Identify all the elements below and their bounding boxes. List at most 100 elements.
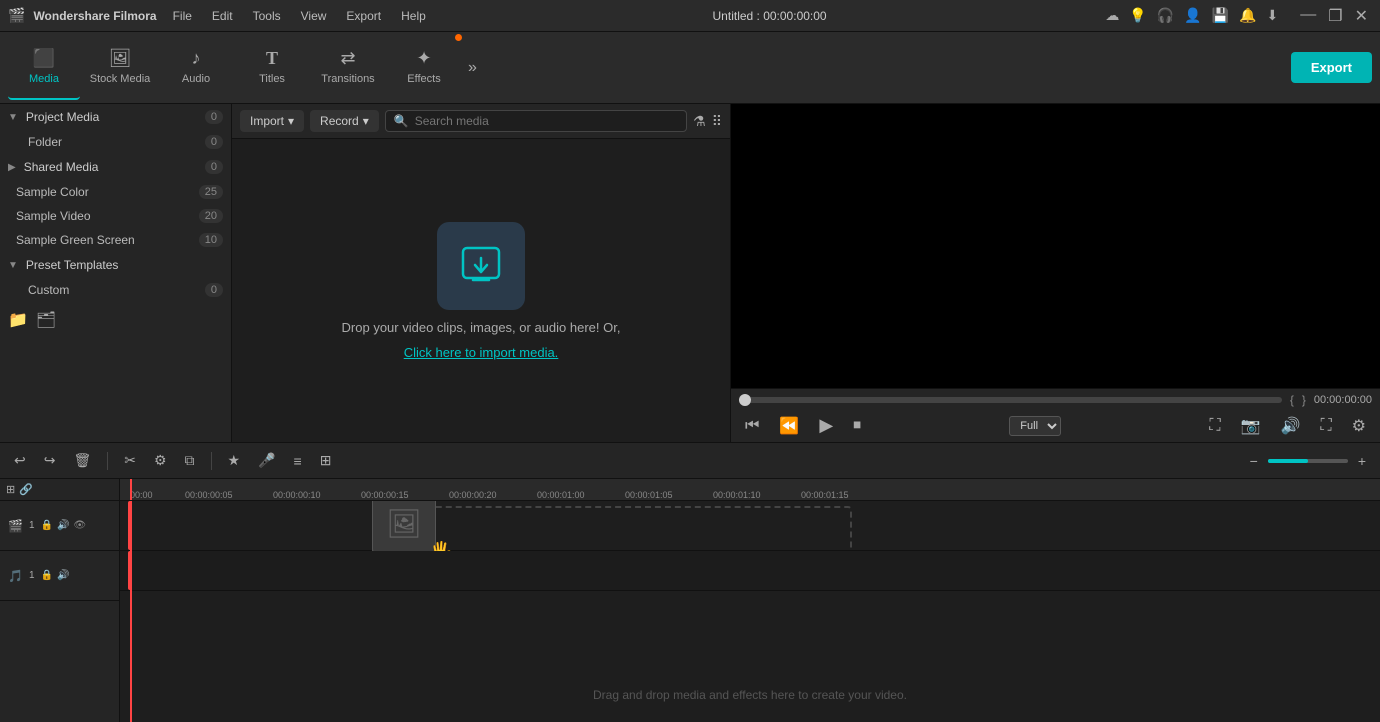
sidebar-shared-media-header[interactable]: ▶ Shared Media 0 xyxy=(0,154,231,180)
media-label: Media xyxy=(29,73,59,85)
track-eye-btn[interactable]: 👁 xyxy=(73,520,86,531)
audio-btn[interactable]: 🔊 xyxy=(1275,414,1307,438)
adjust-btn[interactable]: ⚙ xyxy=(148,449,173,472)
sidebar-sample-video[interactable]: Sample Video 20 xyxy=(0,204,231,228)
record-dropdown-icon: ▾ xyxy=(363,114,369,128)
motion-track-btn[interactable]: ⊞ xyxy=(314,449,338,472)
menu-export[interactable]: Export xyxy=(338,7,389,25)
import-dropdown-icon: ▾ xyxy=(288,114,294,128)
menu-file[interactable]: File xyxy=(165,7,200,25)
preview-controls: { } 00:00:00:00 ⏮ ⏪ ▶ ⏹ Full 1/2 1/4 ⛶ xyxy=(731,388,1380,442)
menu-help[interactable]: Help xyxy=(393,7,434,25)
delete-btn[interactable]: 🗑 xyxy=(67,449,97,472)
project-media-label: Project Media xyxy=(26,110,99,124)
tl-divider-1 xyxy=(107,452,108,470)
tl-divider-2 xyxy=(211,452,212,470)
main-layout: ▼ Project Media 0 Folder 0 ▶ Shared Medi… xyxy=(0,104,1380,442)
drop-link[interactable]: Click here to import media. xyxy=(404,345,559,360)
full-screen-btn[interactable]: ⛶ xyxy=(1314,414,1337,438)
undo-btn[interactable]: ↩ xyxy=(8,449,32,472)
notification-icon[interactable]: 🔔 xyxy=(1239,7,1256,24)
export-button[interactable]: Export xyxy=(1291,52,1372,83)
toolbar-stock-media[interactable]: 🖼 Stock Media xyxy=(84,36,156,100)
audio-label: Audio xyxy=(182,73,210,85)
cloud-icon[interactable]: ☁ xyxy=(1105,7,1119,24)
delete-folder-icon[interactable]: 🗂 xyxy=(36,310,56,330)
save-icon[interactable]: 💾 xyxy=(1212,7,1229,24)
speed-btn[interactable]: ⧉ xyxy=(179,449,201,472)
frame-back-btn[interactable]: ⏪ xyxy=(773,414,805,438)
screenshot-btn[interactable]: 📷 xyxy=(1235,414,1267,438)
new-folder-icon[interactable]: 📁 xyxy=(8,310,28,330)
sidebar-folder-actions: 📁 🗂 xyxy=(0,302,231,338)
import-button[interactable]: Import ▾ xyxy=(240,110,304,132)
ruler-mark-7: 00:00:01:10 xyxy=(713,490,801,500)
settings-btn[interactable]: ⚙ xyxy=(1346,414,1372,438)
zoom-fill xyxy=(1268,459,1308,463)
track-lock-btn[interactable]: 🔒 xyxy=(41,520,53,531)
titles-icon: T xyxy=(266,48,278,69)
folder-label: Folder xyxy=(28,135,62,149)
audio-track-row[interactable] xyxy=(120,551,1380,591)
menu-edit[interactable]: Edit xyxy=(204,7,241,25)
audio-lock-btn[interactable]: 🔒 xyxy=(41,570,53,581)
multi-track-btn[interactable]: ≡ xyxy=(288,450,308,472)
fit-screen-btn[interactable]: ⛶ xyxy=(1203,414,1226,438)
toolbar-effects[interactable]: ✦ Effects xyxy=(388,36,460,100)
sidebar-sample-green-screen[interactable]: Sample Green Screen 10 xyxy=(0,228,231,252)
sidebar-child-custom[interactable]: Custom 0 xyxy=(0,278,231,302)
audio-mute-btn[interactable]: 🔊 xyxy=(57,570,69,581)
sidebar-project-media-header[interactable]: ▼ Project Media 0 xyxy=(0,104,231,130)
zoom-in-btn[interactable]: + xyxy=(1352,450,1372,472)
timeline-thumb xyxy=(739,394,751,406)
sample-green-screen-count: 10 xyxy=(199,233,223,247)
skip-back-btn[interactable]: ⏮ xyxy=(739,415,765,437)
toolbar-titles[interactable]: T Titles xyxy=(236,36,308,100)
sidebar-sample-color[interactable]: Sample Color 25 xyxy=(0,180,231,204)
ruler-mark-1: 00:00:00:05 xyxy=(185,490,273,500)
quality-select[interactable]: Full 1/2 1/4 xyxy=(1009,416,1061,436)
mark-out-icon[interactable]: } xyxy=(1302,393,1306,407)
toolbar-audio[interactable]: ♪ Audio xyxy=(160,36,232,100)
app-name: Wondershare Filmora xyxy=(33,9,156,23)
import-label: Import xyxy=(250,114,284,128)
redo-btn[interactable]: ↪ xyxy=(38,449,62,472)
headphone-icon[interactable]: 🎧 xyxy=(1157,7,1174,24)
grid-view-icon[interactable]: ⠿ xyxy=(712,113,722,130)
sidebar-preset-templates-header[interactable]: ▼ Preset Templates xyxy=(0,252,231,278)
snap-icon[interactable]: ⊞ xyxy=(6,483,15,496)
voice-btn[interactable]: 🎤 xyxy=(252,449,281,472)
link-icon[interactable]: 🔗 xyxy=(19,483,33,496)
mark-in-icon[interactable]: { xyxy=(1290,393,1294,407)
preview-timeline: { } 00:00:00:00 xyxy=(739,393,1372,407)
cut-btn[interactable]: ✂ xyxy=(118,449,142,472)
bulb-icon[interactable]: 💡 xyxy=(1129,7,1146,24)
zoom-bar[interactable] xyxy=(1268,459,1348,463)
close-btn[interactable]: ✕ xyxy=(1351,6,1372,26)
stop-btn[interactable]: ⏹ xyxy=(847,415,867,437)
menu-tools[interactable]: Tools xyxy=(245,7,289,25)
search-input[interactable] xyxy=(415,114,678,128)
effects-tl-btn[interactable]: ★ xyxy=(222,449,247,472)
filter-icon[interactable]: ⚗ xyxy=(693,113,706,130)
track-mute-video-btn[interactable]: 🔊 xyxy=(57,520,69,531)
toolbar-transitions[interactable]: ⇄ Transitions xyxy=(312,36,384,100)
toolbar-more-btn[interactable]: » xyxy=(464,51,481,85)
title-bar: 🎬 Wondershare Filmora File Edit Tools Vi… xyxy=(0,0,1380,32)
media-icon: ⬛ xyxy=(33,48,55,69)
timeline-bar[interactable] xyxy=(739,397,1282,403)
zoom-out-btn[interactable]: − xyxy=(1244,450,1264,472)
menu-view[interactable]: View xyxy=(293,7,335,25)
maximize-btn[interactable]: ❐ xyxy=(1324,6,1346,26)
tracks-area: 🖼 🖐 Drag and drop media and effects here… xyxy=(120,501,1380,722)
user-icon[interactable]: 👤 xyxy=(1184,7,1201,24)
play-btn[interactable]: ▶ xyxy=(813,413,839,438)
drop-import-icon[interactable] xyxy=(437,222,525,310)
sidebar-child-folder[interactable]: Folder 0 xyxy=(0,130,231,154)
video-track-row[interactable]: 🖼 🖐 xyxy=(120,501,1380,551)
minimize-btn[interactable]: — xyxy=(1296,6,1320,26)
toolbar-media[interactable]: ⬛ Media xyxy=(8,36,80,100)
record-button[interactable]: Record ▾ xyxy=(310,110,379,132)
timeline-content: 00:00 00:00:00:05 00:00:00:10 00:00:00:1… xyxy=(120,479,1380,722)
download-icon[interactable]: ⬇ xyxy=(1267,7,1279,24)
